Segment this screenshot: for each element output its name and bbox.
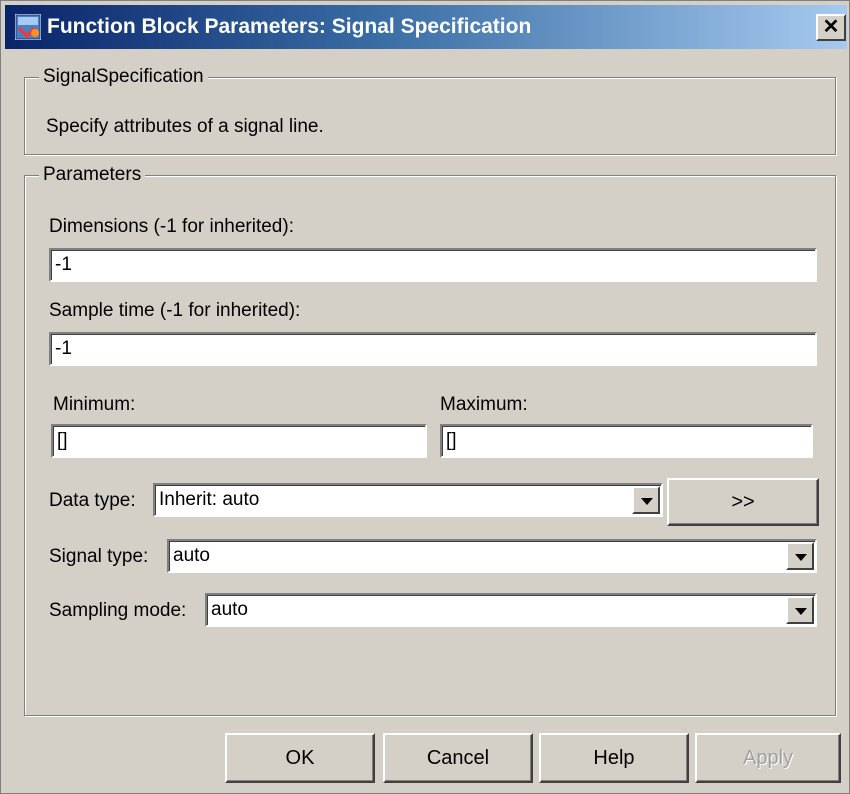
sampling-mode-value: auto bbox=[211, 599, 248, 620]
data-type-value: Inherit: auto bbox=[159, 489, 260, 510]
cancel-button[interactable]: Cancel bbox=[383, 733, 533, 783]
ok-button[interactable]: OK bbox=[225, 733, 375, 783]
description-text: Specify attributes of a signal line. bbox=[46, 116, 324, 137]
window-title: Function Block Parameters: Signal Specif… bbox=[47, 15, 532, 38]
minimum-label: Minimum: bbox=[53, 394, 136, 415]
close-icon: ✕ bbox=[822, 16, 840, 38]
maximum-label: Maximum: bbox=[440, 394, 528, 415]
dimensions-label: Dimensions (-1 for inherited): bbox=[49, 216, 294, 237]
dimensions-input[interactable]: -1 bbox=[49, 248, 817, 282]
chevron-down-icon[interactable] bbox=[632, 486, 660, 514]
signal-type-value: auto bbox=[173, 545, 210, 566]
chevron-down-icon[interactable] bbox=[786, 542, 814, 570]
minimum-input[interactable]: [] bbox=[51, 424, 427, 458]
description-group: SignalSpecification Specify attributes o… bbox=[24, 66, 836, 155]
sampling-mode-select[interactable]: auto bbox=[205, 593, 817, 627]
apply-button[interactable]: Apply bbox=[695, 733, 841, 783]
chevron-down-icon[interactable] bbox=[786, 596, 814, 624]
simulink-block-icon bbox=[15, 14, 41, 40]
data-type-select[interactable]: Inherit: auto bbox=[153, 483, 663, 517]
dialog-window: Function Block Parameters: Signal Specif… bbox=[0, 0, 850, 794]
parameters-group: Parameters Dimensions (-1 for inherited)… bbox=[24, 164, 836, 716]
maximum-input[interactable]: [] bbox=[440, 424, 813, 458]
signal-type-label: Signal type: bbox=[49, 546, 149, 567]
parameters-legend: Parameters bbox=[39, 164, 146, 186]
title-bar[interactable]: Function Block Parameters: Signal Specif… bbox=[5, 5, 847, 49]
sample-time-label: Sample time (-1 for inherited): bbox=[49, 300, 301, 321]
description-legend: SignalSpecification bbox=[39, 66, 208, 88]
data-type-label: Data type: bbox=[49, 490, 136, 511]
sample-time-input[interactable]: -1 bbox=[49, 332, 817, 366]
sampling-mode-label: Sampling mode: bbox=[49, 600, 187, 621]
signal-type-select[interactable]: auto bbox=[167, 539, 817, 573]
close-button[interactable]: ✕ bbox=[816, 14, 846, 41]
data-type-assistant-button[interactable]: >> bbox=[667, 478, 819, 526]
help-button[interactable]: Help bbox=[539, 733, 689, 783]
